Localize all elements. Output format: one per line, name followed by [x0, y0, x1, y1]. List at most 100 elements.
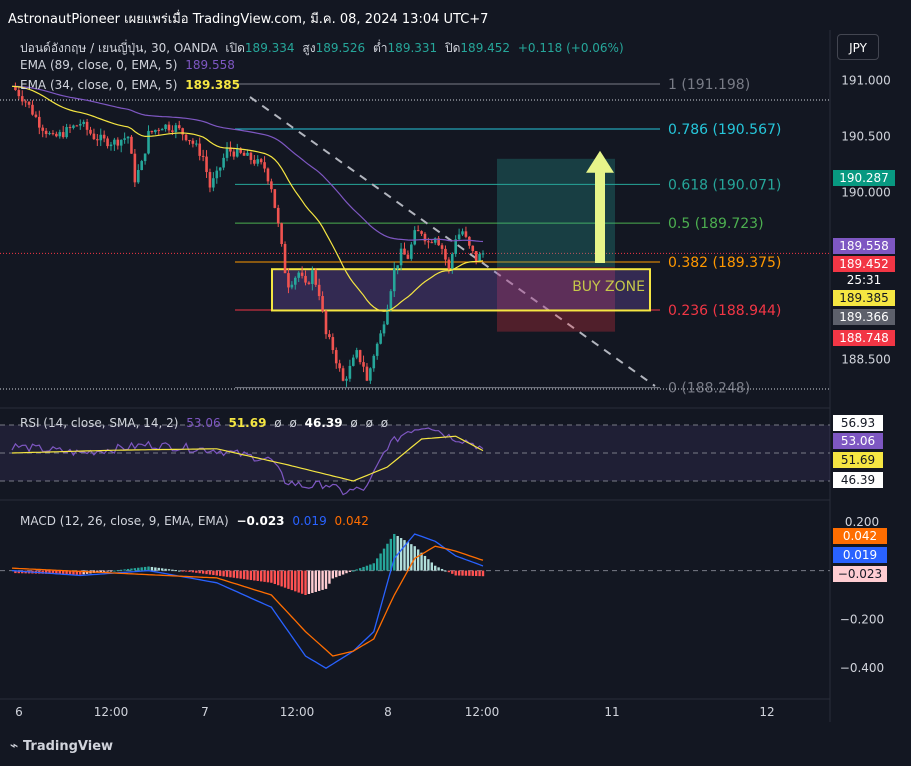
macd-histogram-bar — [160, 568, 164, 571]
candle-body — [222, 157, 225, 168]
candle-body — [48, 133, 51, 135]
macd-histogram-bar — [311, 570, 314, 593]
candle-body — [188, 140, 191, 142]
candle-body — [290, 284, 294, 288]
macd-histogram-bar — [123, 569, 126, 571]
macd-histogram-bar — [416, 549, 420, 571]
macd-histogram-bar — [143, 566, 147, 571]
legend-open: 189.334 — [244, 41, 295, 55]
rsi-legend[interactable]: RSI (14, close, SMA, 14, 2) 53.06 51.69 … — [20, 416, 392, 430]
ema89-label: EMA (89, close, 0, EMA, 5) — [20, 58, 178, 72]
candle-body — [174, 125, 178, 132]
macd-histogram-bar — [126, 568, 130, 571]
rsi-value-3: ø — [274, 416, 282, 430]
macd-histogram-bar — [427, 559, 430, 571]
ema89-legend[interactable]: EMA (89, close, 0, EMA, 5) 189.558 — [20, 58, 239, 72]
candle-body — [427, 241, 430, 243]
macd-histogram-bar — [290, 570, 294, 591]
macd-histogram-bar — [468, 570, 471, 576]
macd-legend[interactable]: MACD (12, 26, close, 9, EMA, EMA) −0.023… — [20, 514, 373, 528]
main-legend[interactable]: ปอนด์อังกฤษ / เยนญี่ปุ่น, 30, OANDA เปิด… — [20, 39, 628, 58]
candle-body — [96, 139, 99, 141]
macd-histogram-bar — [352, 570, 355, 572]
candle-body — [283, 243, 287, 274]
candle — [273, 188, 277, 209]
fib-label-0-5: 0.5 (189.723) — [668, 216, 764, 232]
macd-histogram-bar — [457, 570, 461, 576]
candle-body — [266, 168, 270, 182]
macd-histogram-bar — [454, 570, 457, 576]
macd-histogram-bar — [369, 564, 372, 571]
macd-histogram-bar — [239, 570, 242, 579]
candle-body — [201, 155, 205, 157]
candle-body — [20, 96, 24, 102]
price-tick: 188.500 — [841, 353, 891, 367]
candle-body — [191, 140, 195, 144]
time-tick: 7 — [201, 705, 209, 719]
publish-title: AstronautPioneer เผยแพร่เมื่อ TradingVie… — [8, 12, 489, 27]
candle-body — [92, 133, 96, 140]
macd-histogram-bar — [393, 533, 396, 571]
macd-histogram-bar — [116, 570, 120, 572]
candle-body — [375, 343, 379, 356]
price-label: 189.452 — [839, 257, 889, 271]
macd-histogram-bar — [249, 570, 253, 581]
candle — [140, 159, 143, 171]
candle-body — [355, 350, 359, 358]
candle-body — [403, 248, 406, 255]
rsi-value-5: 46.39 — [304, 416, 343, 430]
macd-line-value: 0.019 — [292, 514, 327, 528]
price-tick: 190.500 — [841, 129, 891, 143]
chart-canvas[interactable]: 1 (191.198) 0.786 (190.567) 0.618 (190.071… — [0, 0, 911, 766]
candle-body — [478, 254, 481, 262]
candle-body — [215, 170, 219, 179]
currency-button[interactable]: JPY — [837, 34, 879, 60]
time-tick: 12:00 — [280, 705, 315, 719]
candle-body — [232, 151, 236, 157]
legend-open-label: เปิด — [225, 41, 245, 55]
fib-label-0-236: 0.236 (188.944) — [668, 303, 781, 319]
fib-label-0: 0 (188.248) — [668, 381, 750, 397]
macd-signal-value: 0.042 — [334, 514, 369, 528]
macd-histogram-bar — [440, 568, 444, 571]
rsi-label: 56.93 — [841, 416, 875, 430]
ema34-legend[interactable]: EMA (34, close, 0, EMA, 5) 189.385 — [20, 78, 244, 92]
rsi-value-2: 51.69 — [228, 416, 267, 430]
rsi-value-4: ø — [289, 416, 297, 430]
tradingview-logo[interactable]: ⌁ TradingView — [10, 738, 113, 754]
macd-histogram-bar — [423, 555, 427, 571]
fib-label-0-618: 0.618 (190.071) — [668, 177, 781, 193]
candle-body — [136, 170, 140, 183]
macd-histogram-bar — [304, 570, 307, 595]
macd-histogram-bar — [106, 570, 109, 572]
macd-label: −0.023 — [838, 567, 882, 581]
macd-histogram-bar — [208, 570, 212, 575]
macd-histogram-bar — [140, 567, 143, 571]
candle-body — [430, 242, 434, 244]
macd-histogram-bar — [184, 570, 188, 572]
legend-close: 189.452 — [460, 41, 511, 55]
macd-histogram-bar — [266, 570, 270, 583]
price-tick: 190.000 — [841, 185, 891, 199]
candle-body — [447, 259, 451, 269]
candle-body — [55, 133, 58, 137]
candle-body — [314, 270, 318, 285]
macd-histogram-bar — [130, 568, 133, 571]
candle-body — [471, 245, 475, 252]
macd-histogram-bar — [191, 570, 195, 573]
macd-histogram-bar — [478, 570, 481, 577]
candle-body — [365, 366, 369, 381]
macd-histogram-bar — [461, 570, 464, 576]
ema34-value: 189.385 — [185, 78, 240, 92]
candle-body — [328, 334, 331, 338]
macd-histogram-bar — [273, 570, 277, 585]
time-tick: 8 — [384, 705, 392, 719]
candle-body — [41, 127, 45, 131]
macd-histogram-bar — [253, 570, 256, 581]
candle-body — [113, 139, 116, 145]
candle-body — [44, 130, 48, 135]
candle-body — [457, 234, 461, 240]
candle-body — [167, 124, 171, 131]
macd-histogram-bar — [178, 570, 181, 572]
macd-histogram-bar — [447, 570, 451, 573]
